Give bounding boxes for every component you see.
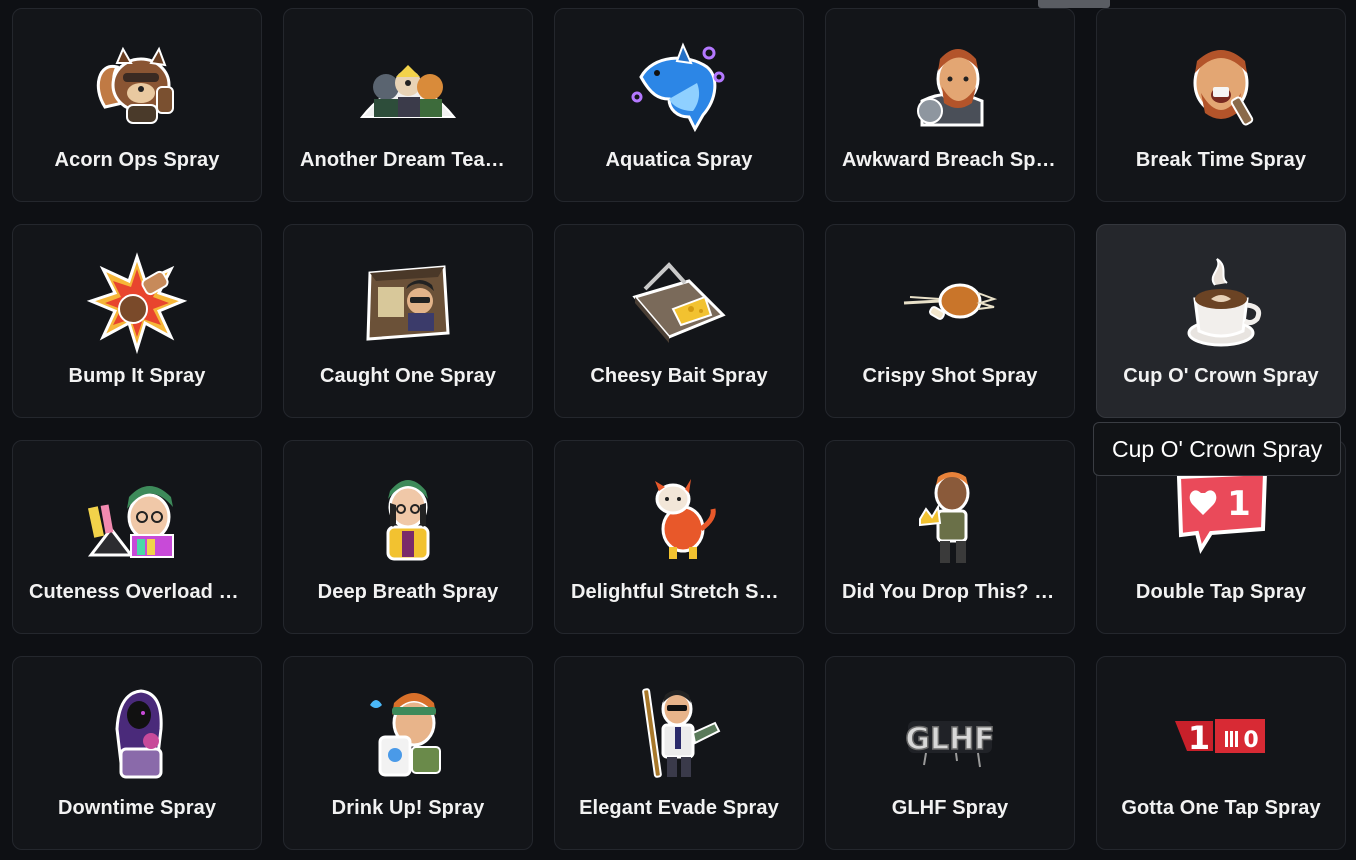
spray-card[interactable]: Cup O' Crown Spray xyxy=(1096,224,1346,418)
spray-card[interactable]: Caught One Spray xyxy=(283,224,533,418)
spray-card[interactable]: GLHF GLHF Spray xyxy=(825,656,1075,850)
breach-agent-icon xyxy=(900,37,1000,137)
spray-label: Aquatica Spray xyxy=(605,149,753,171)
spray-label: Acorn Ops Spray xyxy=(54,149,220,171)
spray-card[interactable]: Cheesy Bait Spray xyxy=(554,224,804,418)
gamer-agent-icon xyxy=(87,469,187,569)
hover-tooltip: Cup O' Crown Spray xyxy=(1093,422,1342,476)
spray-label: Downtime Spray xyxy=(57,797,217,819)
spray-card[interactable]: Crispy Shot Spray xyxy=(825,224,1075,418)
spray-label: Cuteness Overload Spray xyxy=(29,581,245,603)
svg-text:GLHF: GLHF xyxy=(905,722,994,757)
spray-card[interactable]: Drink Up! Spray xyxy=(283,656,533,850)
coffee-cup-icon xyxy=(1171,253,1271,353)
spray-card[interactable]: Deep Breath Spray xyxy=(283,440,533,634)
spray-label: Another Dream Team Spray xyxy=(300,149,516,171)
box-agent-icon xyxy=(358,253,458,353)
spray-label: Crispy Shot Spray xyxy=(862,365,1038,387)
chicken-leg-icon xyxy=(900,253,1000,353)
spray-label: Delightful Stretch Spray xyxy=(571,581,787,603)
trio-agents-icon xyxy=(358,37,458,137)
svg-text:0: 0 xyxy=(1243,728,1258,753)
spray-label: Cheesy Bait Spray xyxy=(590,365,768,387)
dolphin-icon xyxy=(629,37,729,137)
spray-label: Awkward Breach Spray xyxy=(842,149,1058,171)
spray-label: Caught One Spray xyxy=(319,365,497,387)
spray-label: Cup O' Crown Spray xyxy=(1123,365,1319,387)
heart-notification-icon: 1 xyxy=(1171,469,1271,569)
spray-label: Drink Up! Spray xyxy=(331,797,485,819)
spray-label: Elegant Evade Spray xyxy=(579,797,779,819)
spray-label: GLHF Spray xyxy=(891,797,1009,819)
spray-card[interactable]: Elegant Evade Spray xyxy=(554,656,804,850)
spray-card[interactable]: Bump It Spray xyxy=(12,224,262,418)
spray-card[interactable]: Acorn Ops Spray xyxy=(12,8,262,202)
glhf-graffiti-icon: GLHF xyxy=(900,685,1000,785)
spray-label: Break Time Spray xyxy=(1135,149,1307,171)
scoreboard-icon: 1 0 xyxy=(1171,685,1271,785)
squirrel-icon xyxy=(87,37,187,137)
spray-card[interactable]: Delightful Stretch Spray xyxy=(554,440,804,634)
scrollbar-thumb[interactable] xyxy=(1038,0,1110,8)
fist-bump-icon xyxy=(86,252,188,355)
hooded-agent-icon xyxy=(87,685,187,785)
crown-agent-icon xyxy=(900,469,1000,569)
mousetrap-icon xyxy=(629,253,729,353)
spray-label: Double Tap Spray xyxy=(1135,581,1307,603)
suited-agent-icon xyxy=(629,685,729,785)
svg-text:1: 1 xyxy=(1227,484,1251,524)
spray-label: Bump It Spray xyxy=(68,365,206,387)
spray-card[interactable]: Awkward Breach Spray xyxy=(825,8,1075,202)
spray-label: Deep Breath Spray xyxy=(317,581,499,603)
drinking-agent-icon xyxy=(358,685,458,785)
stretching-dog-icon xyxy=(629,469,729,569)
spray-card[interactable]: Another Dream Team Spray xyxy=(283,8,533,202)
spray-card[interactable]: Aquatica Spray xyxy=(554,8,804,202)
svg-text:1: 1 xyxy=(1188,719,1210,757)
spray-card[interactable]: Cuteness Overload Spray xyxy=(12,440,262,634)
spray-card[interactable]: Downtime Spray xyxy=(12,656,262,850)
spray-card[interactable]: Break Time Spray xyxy=(1096,8,1346,202)
beanie-agent-icon xyxy=(358,469,458,569)
spray-label: Did You Drop This? Spray xyxy=(842,581,1058,603)
spray-card[interactable]: Did You Drop This? Spray xyxy=(825,440,1075,634)
spray-card[interactable]: 1 0 Gotta One Tap Spray xyxy=(1096,656,1346,850)
eating-agent-icon xyxy=(1171,37,1271,137)
spray-label: Gotta One Tap Spray xyxy=(1121,797,1321,819)
